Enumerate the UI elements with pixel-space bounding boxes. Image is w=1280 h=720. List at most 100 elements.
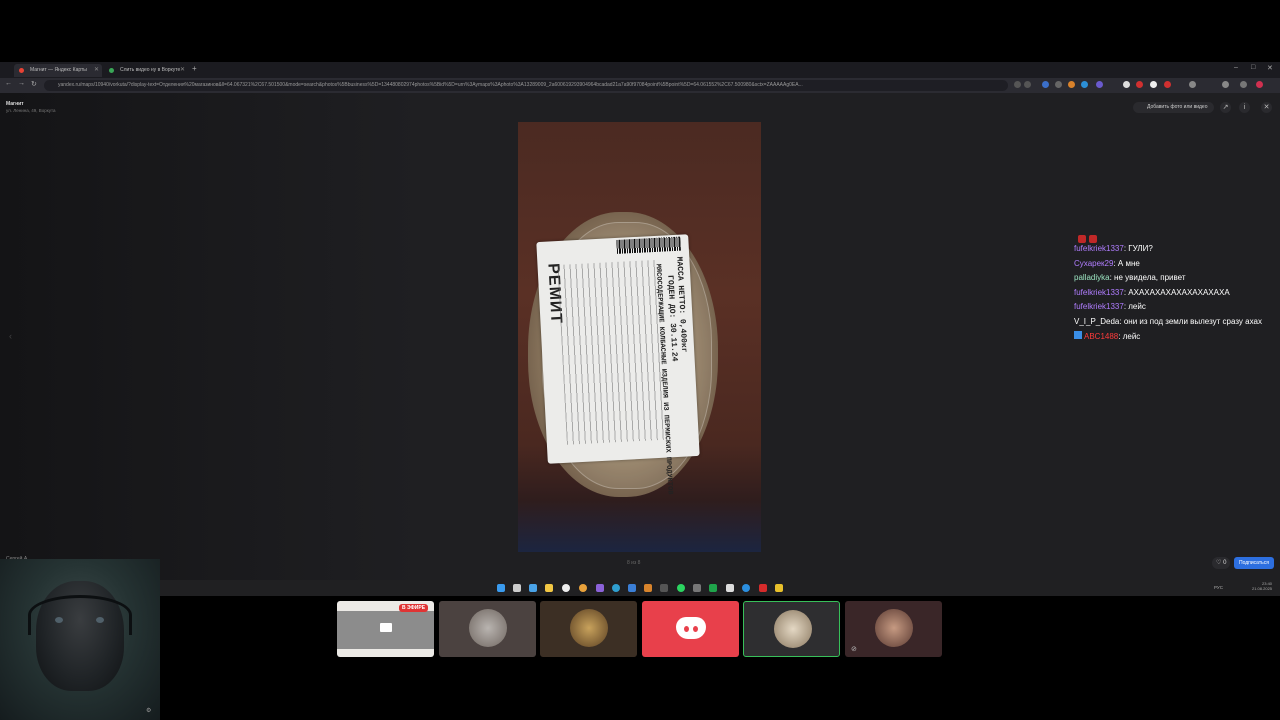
yandex-browser-icon[interactable] [562, 584, 570, 592]
chat-message: palladiyka: не увидела, привет [1074, 273, 1186, 282]
close-viewer-icon[interactable]: ✕ [1261, 102, 1272, 113]
close-tab-icon[interactable]: ✕ [180, 64, 185, 77]
settings-icon: ⚙ [146, 708, 152, 714]
chat-message: fufelkriek1337: ГУЛИ? [1074, 244, 1153, 253]
heart-icon: ♡ [1216, 560, 1222, 566]
previous-photo-arrow-icon[interactable]: ‹ [9, 331, 12, 341]
monitor-icon [380, 623, 392, 632]
extension-icon[interactable] [1164, 81, 1171, 88]
screen-share-tile[interactable]: В ЭФИРЕ [337, 601, 434, 657]
webcam-eye [96, 617, 104, 623]
profile-icon[interactable] [1240, 81, 1247, 88]
add-photo-button[interactable]: Добавить фото или видео [1133, 102, 1214, 113]
reload-button[interactable]: ↻ [31, 80, 37, 88]
place-address: ул. Ленина, 49, Воркута [6, 108, 56, 113]
extension-icon[interactable] [1055, 81, 1062, 88]
headphones [28, 595, 132, 635]
youtube-icon[interactable] [759, 584, 767, 592]
avatar [774, 610, 812, 648]
webcam-eye [55, 617, 63, 623]
app-icon[interactable] [693, 584, 701, 592]
extension-icon[interactable] [1096, 81, 1103, 88]
place-name[interactable]: Магнит [6, 101, 24, 107]
extension-icon[interactable] [1081, 81, 1088, 88]
open-external-icon[interactable]: ↗ [1220, 102, 1231, 113]
close-window-button[interactable]: ✕ [1267, 64, 1273, 72]
download-icon[interactable] [1222, 81, 1229, 88]
tab-yandex-maps[interactable]: Магнит — Яндекс Карты ✕ [14, 64, 102, 77]
maximize-button[interactable]: □ [1251, 64, 1255, 71]
extensions-puzzle-icon[interactable] [1189, 81, 1196, 88]
stream-chat: fufelkriek1337: ГУЛИ? Сухарек29: А мне p… [1072, 228, 1280, 344]
product-label: РЕМИТ МЯСОСОДЕРЖАЩИЕ КОЛБАСНЫЕ ИЗДЕЛИЯ И… [536, 234, 700, 495]
obs-icon[interactable] [726, 584, 734, 592]
task-view-icon[interactable] [513, 584, 521, 592]
like-count: 0 [1223, 560, 1227, 566]
avatar [570, 609, 608, 647]
discord-logo-icon [676, 617, 706, 639]
avatar [875, 609, 913, 647]
forward-button[interactable]: → [18, 80, 25, 87]
windows-start-icon[interactable] [497, 584, 505, 592]
chat-message: fufelkriek1337: АХАХАХАХАХАХАХАХАХА [1074, 288, 1230, 297]
telegram-icon[interactable] [628, 584, 636, 592]
voice-participant-tile[interactable] [439, 601, 536, 657]
label-fine-print [557, 259, 667, 445]
site-info-icon[interactable] [1014, 81, 1021, 88]
voice-participant-tile[interactable] [540, 601, 637, 657]
live-badge: В ЭФИРЕ [399, 604, 429, 612]
minimize-button[interactable]: – [1234, 64, 1238, 71]
subscribe-button[interactable]: Подписаться [1234, 557, 1274, 569]
spotify-icon[interactable] [677, 584, 685, 592]
tab-title: Магнит — Яндекс Карты [30, 67, 87, 73]
info-icon[interactable]: i [1239, 102, 1250, 113]
xbox-icon[interactable] [709, 584, 717, 592]
bookmark-star-icon[interactable] [1024, 81, 1031, 88]
tray-date: 21.08.2025 [1252, 586, 1273, 591]
streamer-webcam: ⚙ [0, 559, 160, 720]
windows-taskbar [0, 580, 1280, 596]
badge-icon [1074, 331, 1082, 339]
extension-icon[interactable] [1123, 81, 1130, 88]
chat-message: ABC1488: лейс [1074, 331, 1140, 341]
chrome-icon[interactable] [579, 584, 587, 592]
extension-icon[interactable] [1136, 81, 1143, 88]
widgets-icon[interactable] [529, 584, 537, 592]
photo-counter: 8 из 8 [627, 560, 641, 566]
like-button[interactable]: ♡ 0 [1212, 557, 1231, 569]
close-tab-icon[interactable]: ✕ [94, 64, 99, 77]
chat-message: Сухарек29: А мне [1074, 259, 1140, 268]
play-icon[interactable] [1150, 81, 1157, 88]
emote-icon [1078, 235, 1086, 243]
voice-participant-tile[interactable]: ⊘ [845, 601, 942, 657]
app-icon[interactable] [742, 584, 750, 592]
extension-icon[interactable] [1042, 81, 1049, 88]
app-icon[interactable] [775, 584, 783, 592]
tab-video[interactable]: Слить видео ну в Воркуте с... ✕ [104, 64, 188, 86]
muted-microphone-icon: ⊘ [851, 646, 857, 653]
app-icon[interactable] [644, 584, 652, 592]
chat-message: V_I_P_Deda: они из под земли вылезут сра… [1074, 317, 1262, 326]
back-button[interactable]: ← [5, 80, 12, 87]
app-icon[interactable] [660, 584, 668, 592]
barcode [616, 236, 681, 254]
emote-icon [1089, 235, 1097, 243]
app-icon[interactable] [612, 584, 620, 592]
new-tab-button[interactable]: + [192, 64, 197, 73]
input-language[interactable]: РУС [1214, 585, 1223, 590]
avatar [469, 609, 507, 647]
product-photo: РЕМИТ МЯСОСОДЕРЖАЩИЕ КОЛБАСНЫЕ ИЗДЕЛИЯ И… [518, 122, 761, 552]
extension-icon[interactable] [1068, 81, 1075, 88]
file-explorer-icon[interactable] [545, 584, 553, 592]
tray-clock[interactable]: 23:40 21.08.2025 [1252, 581, 1272, 591]
yandex-favicon-icon [19, 68, 24, 73]
address-bar[interactable]: yandex.ru/maps/10940/vorkuta/?display-te… [44, 80, 1008, 91]
twitch-icon[interactable] [596, 584, 604, 592]
profile-avatar-icon[interactable] [1256, 81, 1263, 88]
voice-participant-tile[interactable] [642, 601, 739, 657]
site-favicon-icon [109, 68, 114, 73]
add-photo-label: Добавить фото или видео [1147, 104, 1208, 110]
chat-message: fufelkriek1337: лейс [1074, 302, 1146, 311]
speaking-participant-tile[interactable] [743, 601, 840, 657]
viewer-backdrop [0, 93, 420, 580]
